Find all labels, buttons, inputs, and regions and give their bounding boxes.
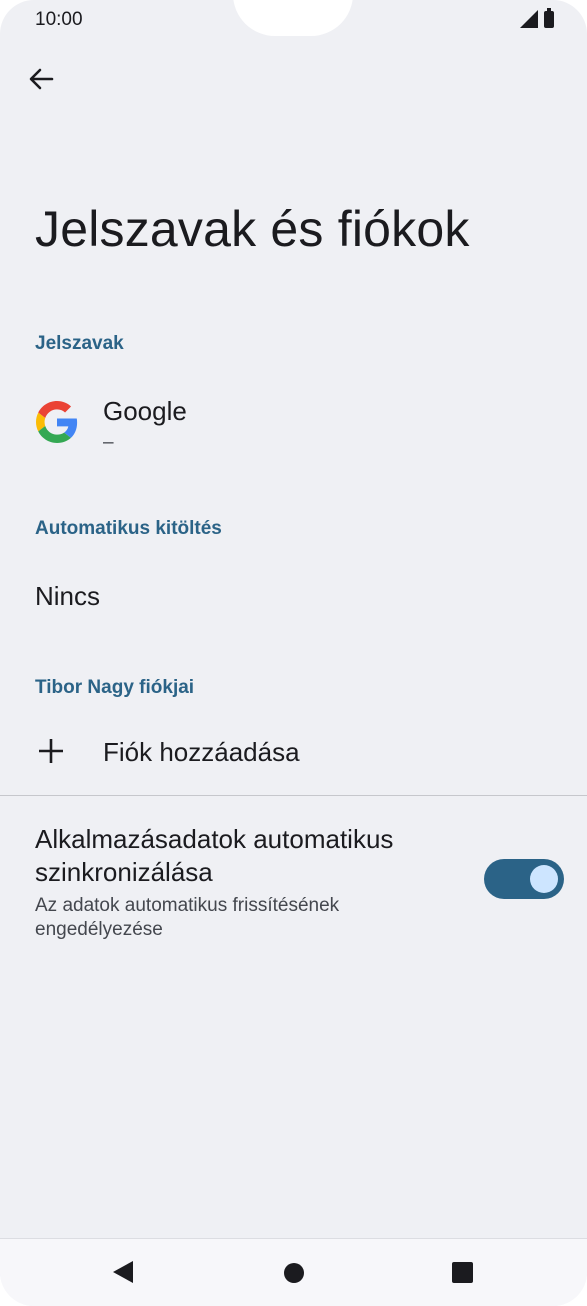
plus-icon (39, 739, 63, 763)
screen: 10:00 Jelszavak és fiókok Jelszavak Goog… (0, 0, 587, 1306)
auto-sync-toggle[interactable] (484, 859, 564, 899)
back-button[interactable] (24, 62, 58, 96)
signal-icon (520, 10, 538, 28)
back-arrow-icon (29, 68, 54, 90)
camera-notch (233, 0, 353, 36)
navigation-bar (0, 1238, 587, 1306)
section-header-passwords: Jelszavak (35, 333, 124, 354)
google-icon (36, 401, 78, 443)
autofill-service-item[interactable]: Nincs (0, 560, 587, 636)
nav-recents-icon[interactable] (452, 1262, 473, 1283)
section-header-accounts: Tibor Nagy fiókjai (35, 677, 195, 698)
section-header-autofill: Automatikus kitöltés (35, 518, 222, 539)
autofill-value: Nincs (35, 581, 101, 611)
battery-icon (544, 7, 554, 28)
status-time: 10:00 (35, 9, 83, 30)
add-account-label: Fiók hozzáadása (103, 737, 300, 767)
nav-home-icon[interactable] (284, 1263, 304, 1283)
sync-title: Alkalmazásadatok automatikus szinkronizá… (35, 824, 394, 887)
sync-subtitle: Az adatok automatikus frissítésének enge… (35, 895, 340, 940)
google-password-item[interactable]: Google – (0, 380, 587, 470)
page-title: Jelszavak és fiókok (35, 201, 470, 257)
toggle-knob (530, 865, 558, 893)
nav-back-icon[interactable] (113, 1261, 133, 1283)
divider (0, 795, 587, 796)
google-item-title: Google (103, 396, 187, 426)
add-account-button[interactable]: Fiók hozzáadása (0, 715, 587, 793)
status-icons (520, 7, 554, 28)
google-item-subtitle: – (103, 432, 114, 453)
